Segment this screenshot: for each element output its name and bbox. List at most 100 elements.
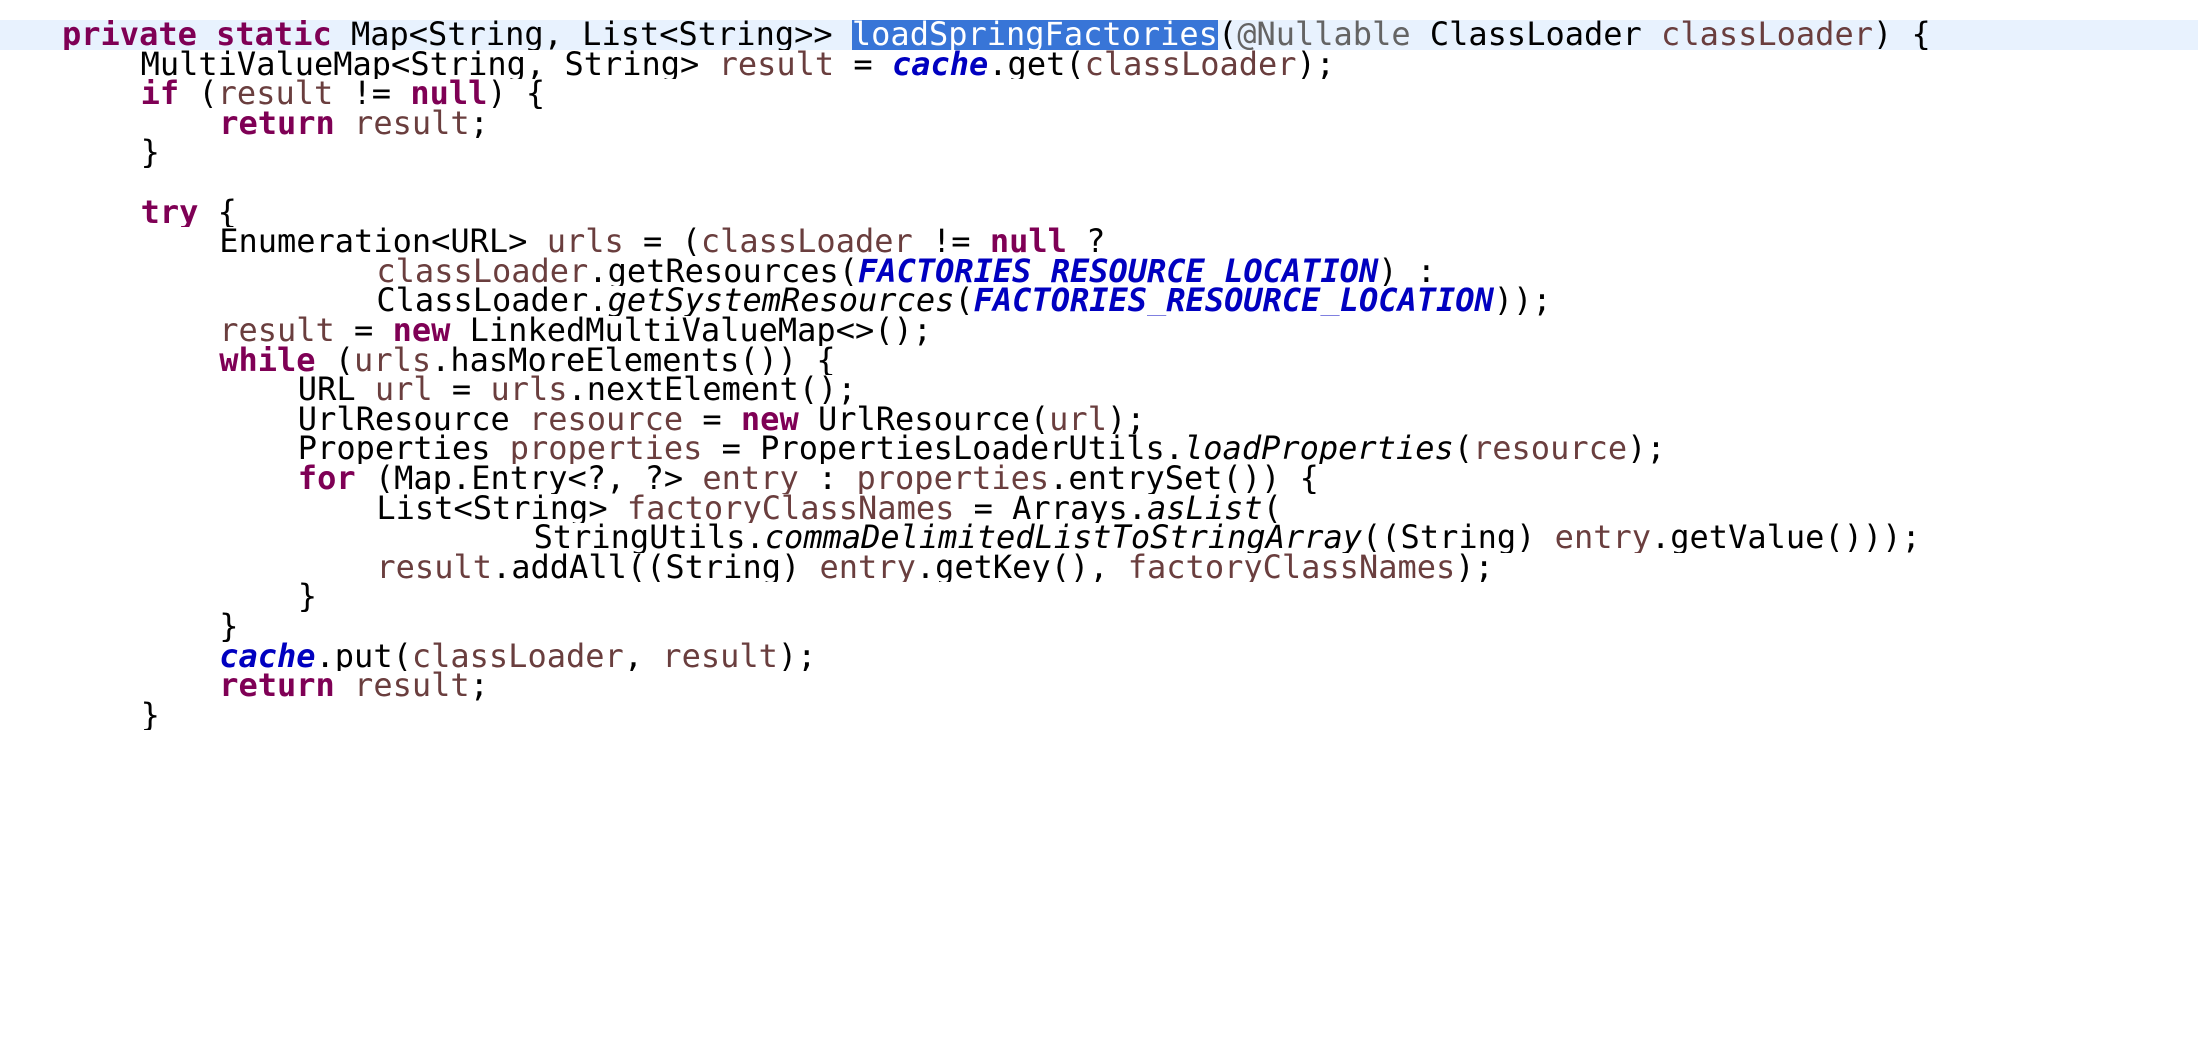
code-token: ( xyxy=(1453,434,1473,464)
code-token: cache xyxy=(891,49,989,80)
code-token: )); xyxy=(1493,286,1552,316)
code-token: .put( xyxy=(315,641,412,672)
code-line[interactable]: return result; xyxy=(0,109,2198,139)
code-token: FACTORIES_RESOURCE_LOCATION xyxy=(973,286,1494,316)
code-token: = xyxy=(834,49,892,80)
code-token: , xyxy=(623,641,663,672)
code-token: while xyxy=(219,345,316,376)
code-token: UrlResource xyxy=(297,404,529,435)
code-token: properties xyxy=(856,464,1050,494)
code-token: Properties xyxy=(297,434,510,464)
code-token: UrlResource( xyxy=(798,404,1050,435)
code-token: .get( xyxy=(988,49,1085,80)
code-token: ); xyxy=(1455,552,1494,583)
code-token: urls xyxy=(354,345,432,376)
code-token: ClassLoader. xyxy=(376,286,608,316)
code-token: result xyxy=(718,49,835,80)
code-token: urls xyxy=(490,375,568,405)
code-token: loadProperties xyxy=(1184,434,1454,464)
code-token: factoryClassNames xyxy=(1127,552,1456,583)
code-token: MultiValueMap<String, String> xyxy=(140,49,719,80)
code-token: ); xyxy=(1296,49,1336,80)
code-token: ((String) xyxy=(1362,523,1555,553)
code-token: new xyxy=(740,404,799,435)
code-token: } xyxy=(140,138,160,168)
code-token: = xyxy=(334,316,393,346)
code-line[interactable]: } xyxy=(0,138,2198,168)
code-token: result xyxy=(217,79,334,109)
code-token: = PropertiesLoaderUtils. xyxy=(702,434,1185,464)
code-token: result xyxy=(219,316,335,346)
code-token: = Arrays. xyxy=(954,493,1148,524)
code-token: .entrySet()) { xyxy=(1049,464,1319,494)
code-token: StringUtils. xyxy=(533,523,765,553)
code-token: resource xyxy=(528,404,684,435)
code-line[interactable]: } xyxy=(0,701,2198,731)
code-token: Enumeration<URL> xyxy=(219,227,547,257)
code-token: URL xyxy=(297,375,375,405)
code-token: } xyxy=(219,612,239,642)
code-line[interactable]: } xyxy=(0,582,2198,612)
code-line[interactable]: for (Map.Entry<?, ?> entry : properties.… xyxy=(0,464,2198,494)
code-token: result xyxy=(354,108,470,139)
code-line[interactable]: StringUtils.commaDelimitedListToStringAr… xyxy=(0,523,2198,553)
code-editor[interactable]: private static Map<String, List<String>>… xyxy=(0,0,2198,1041)
code-line[interactable]: Properties properties = PropertiesLoader… xyxy=(0,434,2198,464)
code-token: null xyxy=(410,79,488,109)
code-line[interactable]: } xyxy=(0,612,2198,642)
code-line[interactable]: URL url = urls.nextElement(); xyxy=(0,375,2198,405)
code-line[interactable]: MultiValueMap<String, String> result = c… xyxy=(0,50,2198,80)
code-token: new xyxy=(392,316,451,346)
code-line[interactable]: while (urls.hasMoreElements()) { xyxy=(0,346,2198,376)
code-token: return xyxy=(219,108,335,139)
code-line[interactable]: classLoader.getResources(FACTORIES_RESOU… xyxy=(0,257,2198,287)
code-token: private xyxy=(62,20,197,50)
code-line[interactable]: result = new LinkedMultiValueMap<>(); xyxy=(0,316,2198,346)
code-token: ) { xyxy=(487,79,546,109)
code-token: ); xyxy=(1627,434,1666,464)
code-token: = xyxy=(683,404,741,435)
code-line[interactable]: ClassLoader.getSystemResources(FACTORIES… xyxy=(0,286,2198,316)
code-token: entry xyxy=(1554,523,1651,553)
code-token: url xyxy=(374,375,433,405)
code-line[interactable]: UrlResource resource = new UrlResource(u… xyxy=(0,405,2198,435)
code-token: ) : xyxy=(1378,256,1436,287)
code-token: ? xyxy=(1066,227,1106,257)
code-token: ( xyxy=(1262,493,1282,524)
code-token: != xyxy=(333,79,411,109)
code-token: ( xyxy=(179,79,218,109)
code-token: result xyxy=(354,671,470,701)
code-token: asList xyxy=(1147,493,1263,524)
code-token: : xyxy=(798,464,857,494)
code-line[interactable]: try { xyxy=(0,198,2198,228)
code-token: ClassLoader xyxy=(1410,20,1662,50)
code-token: LinkedMultiValueMap<>(); xyxy=(450,316,933,346)
code-line[interactable]: cache.put(classLoader, result); xyxy=(0,642,2198,672)
code-line[interactable]: result.addAll((String) entry.getKey(), f… xyxy=(0,553,2198,583)
code-token: ); xyxy=(777,641,817,672)
code-token: != xyxy=(912,227,990,257)
code-token: factoryClassNames xyxy=(626,493,955,524)
code-token: entry xyxy=(819,552,916,583)
code-token: } xyxy=(297,582,318,612)
code-line[interactable]: return result; xyxy=(0,671,2198,701)
code-token: static xyxy=(216,20,332,50)
code-line[interactable] xyxy=(0,168,2198,198)
code-token: resource xyxy=(1473,434,1628,464)
code-token: Map<String, List<String>> xyxy=(331,20,852,50)
code-token: classLoader xyxy=(376,256,589,287)
code-token: entry xyxy=(702,464,799,494)
code-token: FACTORIES_RESOURCE_LOCATION xyxy=(858,256,1379,287)
code-line[interactable]: List<String> factoryClassNames = Arrays.… xyxy=(0,494,2198,524)
code-token: result xyxy=(662,641,778,672)
code-token: } xyxy=(140,700,160,731)
code-token: classLoader xyxy=(1661,20,1873,50)
code-line-current[interactable]: private static Map<String, List<String>>… xyxy=(0,20,2198,50)
code-token: = ( xyxy=(623,227,701,257)
code-token: null xyxy=(989,227,1067,257)
code-line[interactable]: if (result != null) { xyxy=(0,79,2198,109)
code-line[interactable]: Enumeration<URL> urls = (classLoader != … xyxy=(0,227,2198,257)
